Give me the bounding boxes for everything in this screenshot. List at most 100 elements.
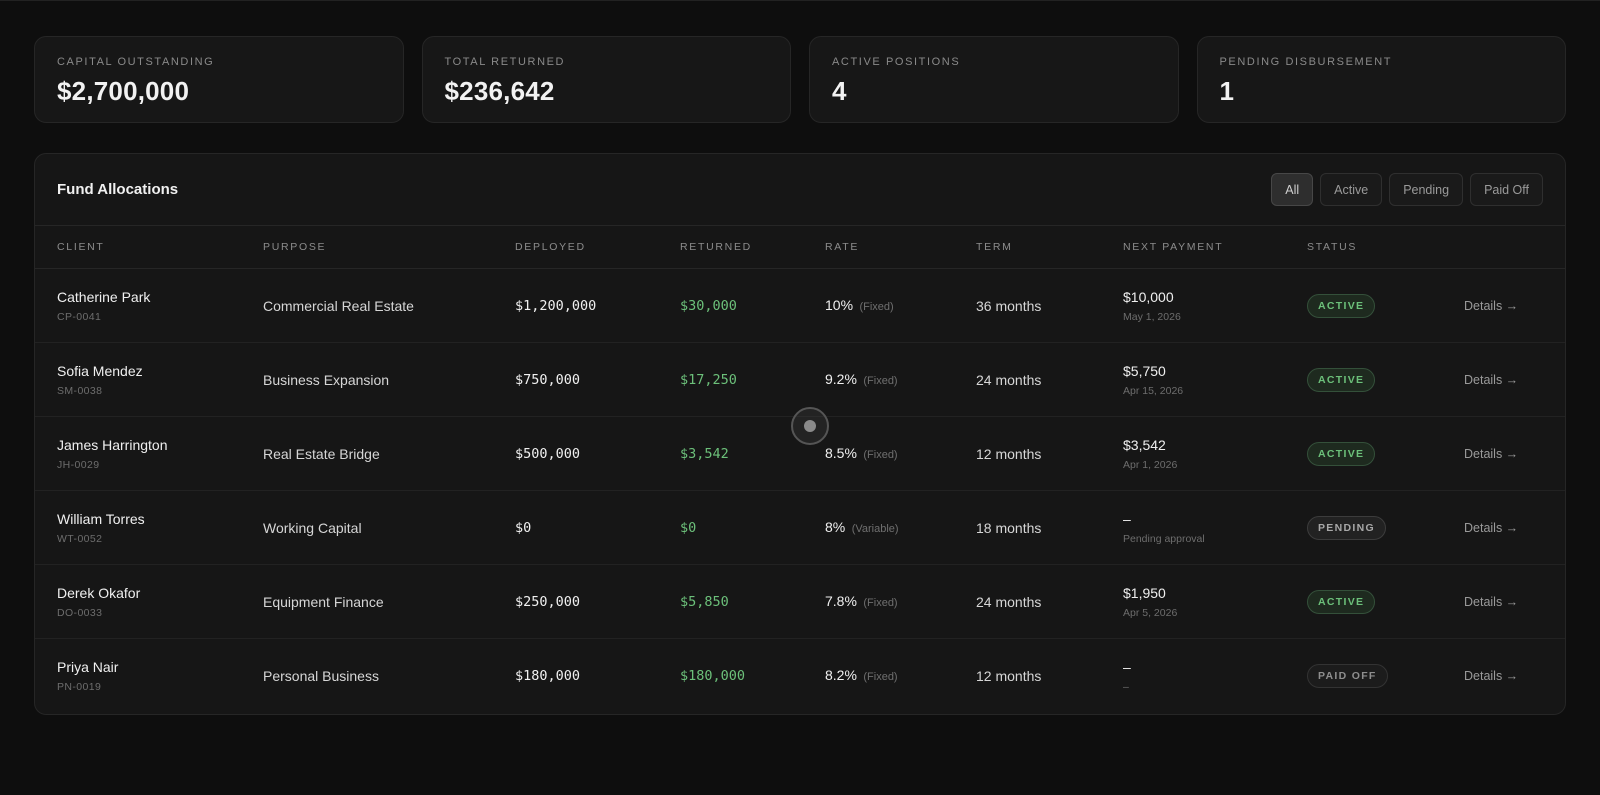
dashboard-page: Capital Outstanding $2,700,000 Total Ret… xyxy=(0,0,1600,795)
client-id: DO-0033 xyxy=(57,606,103,619)
deployed-cell: $750,000 xyxy=(515,371,581,388)
column-header-returned: Returned xyxy=(680,241,752,253)
client-name: Derek Okafor xyxy=(57,584,141,601)
column-header-deployed: Deployed xyxy=(515,241,586,253)
details-link[interactable]: Details → xyxy=(1464,373,1518,387)
stat-card-capital-outstanding: Capital Outstanding $2,700,000 xyxy=(34,36,404,123)
deployed-cell: $0 xyxy=(515,519,532,536)
column-header-status: Status xyxy=(1307,241,1358,253)
deployed-cell: $180,000 xyxy=(515,668,581,684)
table-row: William Torres WT-0052 Working Capital $… xyxy=(35,491,1565,565)
filter-active-button[interactable]: Active xyxy=(1320,173,1383,206)
term-cell: 36 months xyxy=(976,297,1042,314)
term-cell: 24 months xyxy=(976,593,1042,610)
stat-value: 4 xyxy=(832,76,847,106)
next-payment-amount: $3,542 xyxy=(1123,436,1166,453)
next-payment-date: – xyxy=(1123,681,1129,693)
next-payment-date: Apr 5, 2026 xyxy=(1123,606,1178,619)
stat-card-pending-disbursement: Pending Disbursement 1 xyxy=(1196,36,1566,123)
action-cell: Details → xyxy=(1464,593,1544,611)
client-cell: Catherine Park CP-0041 xyxy=(57,289,263,323)
next-payment-date: Apr 15, 2026 xyxy=(1123,384,1184,397)
column-header-term: Term xyxy=(976,241,1013,253)
status-cell: Pending xyxy=(1307,515,1464,540)
client-name: Priya Nair xyxy=(57,659,119,675)
rate-cell: 8.2% (Fixed) xyxy=(825,667,976,685)
status-cell: Active xyxy=(1307,589,1464,614)
status-badge: Active xyxy=(1307,589,1376,614)
rate-value: 10% xyxy=(825,296,854,313)
table-header: Client Purpose Deployed Returned Rate Te… xyxy=(35,226,1565,269)
rate-type: (Fixed) xyxy=(863,596,898,609)
table-row: Sofia Mendez SM-0038 Business Expansion … xyxy=(35,343,1565,417)
client-id: SM-0038 xyxy=(57,384,103,397)
filter-all-button[interactable]: All xyxy=(1271,173,1314,206)
action-cell: Details → xyxy=(1464,519,1544,537)
next-payment-amount: – xyxy=(1123,659,1131,675)
deployed-cell: $500,000 xyxy=(515,445,581,462)
table-body: Catherine Park CP-0041 Commercial Real E… xyxy=(35,269,1565,713)
next-payment-cell: – – xyxy=(1123,659,1307,693)
returned-cell: $30,000 xyxy=(680,297,737,314)
rate-value: 8% xyxy=(825,518,846,535)
client-name: William Torres xyxy=(57,510,145,527)
stat-card-total-returned: Total Returned $236,642 xyxy=(421,36,791,123)
details-link[interactable]: Details → xyxy=(1464,669,1518,683)
next-payment-cell: $1,950 Apr 5, 2026 xyxy=(1123,585,1307,619)
next-payment-amount: $1,950 xyxy=(1123,584,1166,601)
rate-cell: 7.8% (Fixed) xyxy=(825,593,976,611)
client-cell: Priya Nair PN-0019 xyxy=(57,659,263,693)
status-badge: Active xyxy=(1307,293,1376,318)
filter-pending-button[interactable]: Pending xyxy=(1389,173,1464,206)
term-cell: 12 months xyxy=(976,445,1042,462)
status-badge: Paid Off xyxy=(1307,664,1388,688)
column-header-rate: Rate xyxy=(825,241,860,253)
status-cell: Active xyxy=(1307,441,1464,466)
action-cell: Details → xyxy=(1464,667,1544,685)
panel-header: Fund Allocations All Active Pending Paid… xyxy=(35,154,1565,226)
returned-cell: $180,000 xyxy=(680,668,746,684)
client-id: WT-0052 xyxy=(57,532,103,545)
stat-value: $236,642 xyxy=(444,76,555,106)
action-cell: Details → xyxy=(1464,445,1544,463)
panel-title: Fund Allocations xyxy=(57,181,179,198)
client-id: PN-0019 xyxy=(57,681,102,693)
stats-row: Capital Outstanding $2,700,000 Total Ret… xyxy=(34,36,1566,123)
stat-value: 1 xyxy=(1219,76,1235,106)
rate-type: (Fixed) xyxy=(863,448,898,461)
client-cell: James Harrington JH-0029 xyxy=(57,437,263,471)
column-header-purpose: Purpose xyxy=(263,241,327,253)
rate-value: 7.8% xyxy=(825,592,857,609)
stat-label: Capital Outstanding xyxy=(57,56,215,68)
stat-label: Total Returned xyxy=(444,56,566,68)
next-payment-cell: $3,542 Apr 1, 2026 xyxy=(1123,437,1307,471)
action-cell: Details → xyxy=(1464,297,1544,315)
next-payment-cell: $5,750 Apr 15, 2026 xyxy=(1123,363,1307,397)
returned-cell: $17,250 xyxy=(680,371,737,388)
next-payment-date: Pending approval xyxy=(1123,532,1205,545)
details-link[interactable]: Details → xyxy=(1464,521,1518,535)
details-link[interactable]: Details → xyxy=(1464,299,1518,313)
action-cell: Details → xyxy=(1464,371,1544,389)
details-link[interactable]: Details → xyxy=(1464,595,1518,609)
rate-value: 8.2% xyxy=(825,667,857,683)
next-payment-amount: – xyxy=(1123,510,1131,527)
details-link[interactable]: Details → xyxy=(1464,447,1518,461)
table-row: Catherine Park CP-0041 Commercial Real E… xyxy=(35,269,1565,343)
purpose-cell: Personal Business xyxy=(263,668,379,684)
returned-cell: $0 xyxy=(680,519,697,536)
client-cell: Sofia Mendez SM-0038 xyxy=(57,363,263,397)
filter-group: All Active Pending Paid Off xyxy=(1271,173,1543,206)
client-name: Sofia Mendez xyxy=(57,362,143,379)
purpose-cell: Equipment Finance xyxy=(263,593,384,610)
rate-type: (Fixed) xyxy=(863,671,898,683)
filter-paid-off-button[interactable]: Paid Off xyxy=(1470,173,1543,206)
purpose-cell: Commercial Real Estate xyxy=(263,297,414,314)
status-cell: Paid Off xyxy=(1307,664,1464,688)
purpose-cell: Real Estate Bridge xyxy=(263,445,380,462)
returned-cell: $5,850 xyxy=(680,593,729,610)
next-payment-cell: $10,000 May 1, 2026 xyxy=(1123,289,1307,323)
returned-cell: $3,542 xyxy=(680,445,729,462)
client-id: CP-0041 xyxy=(57,310,102,323)
rate-value: 8.5% xyxy=(825,444,857,461)
